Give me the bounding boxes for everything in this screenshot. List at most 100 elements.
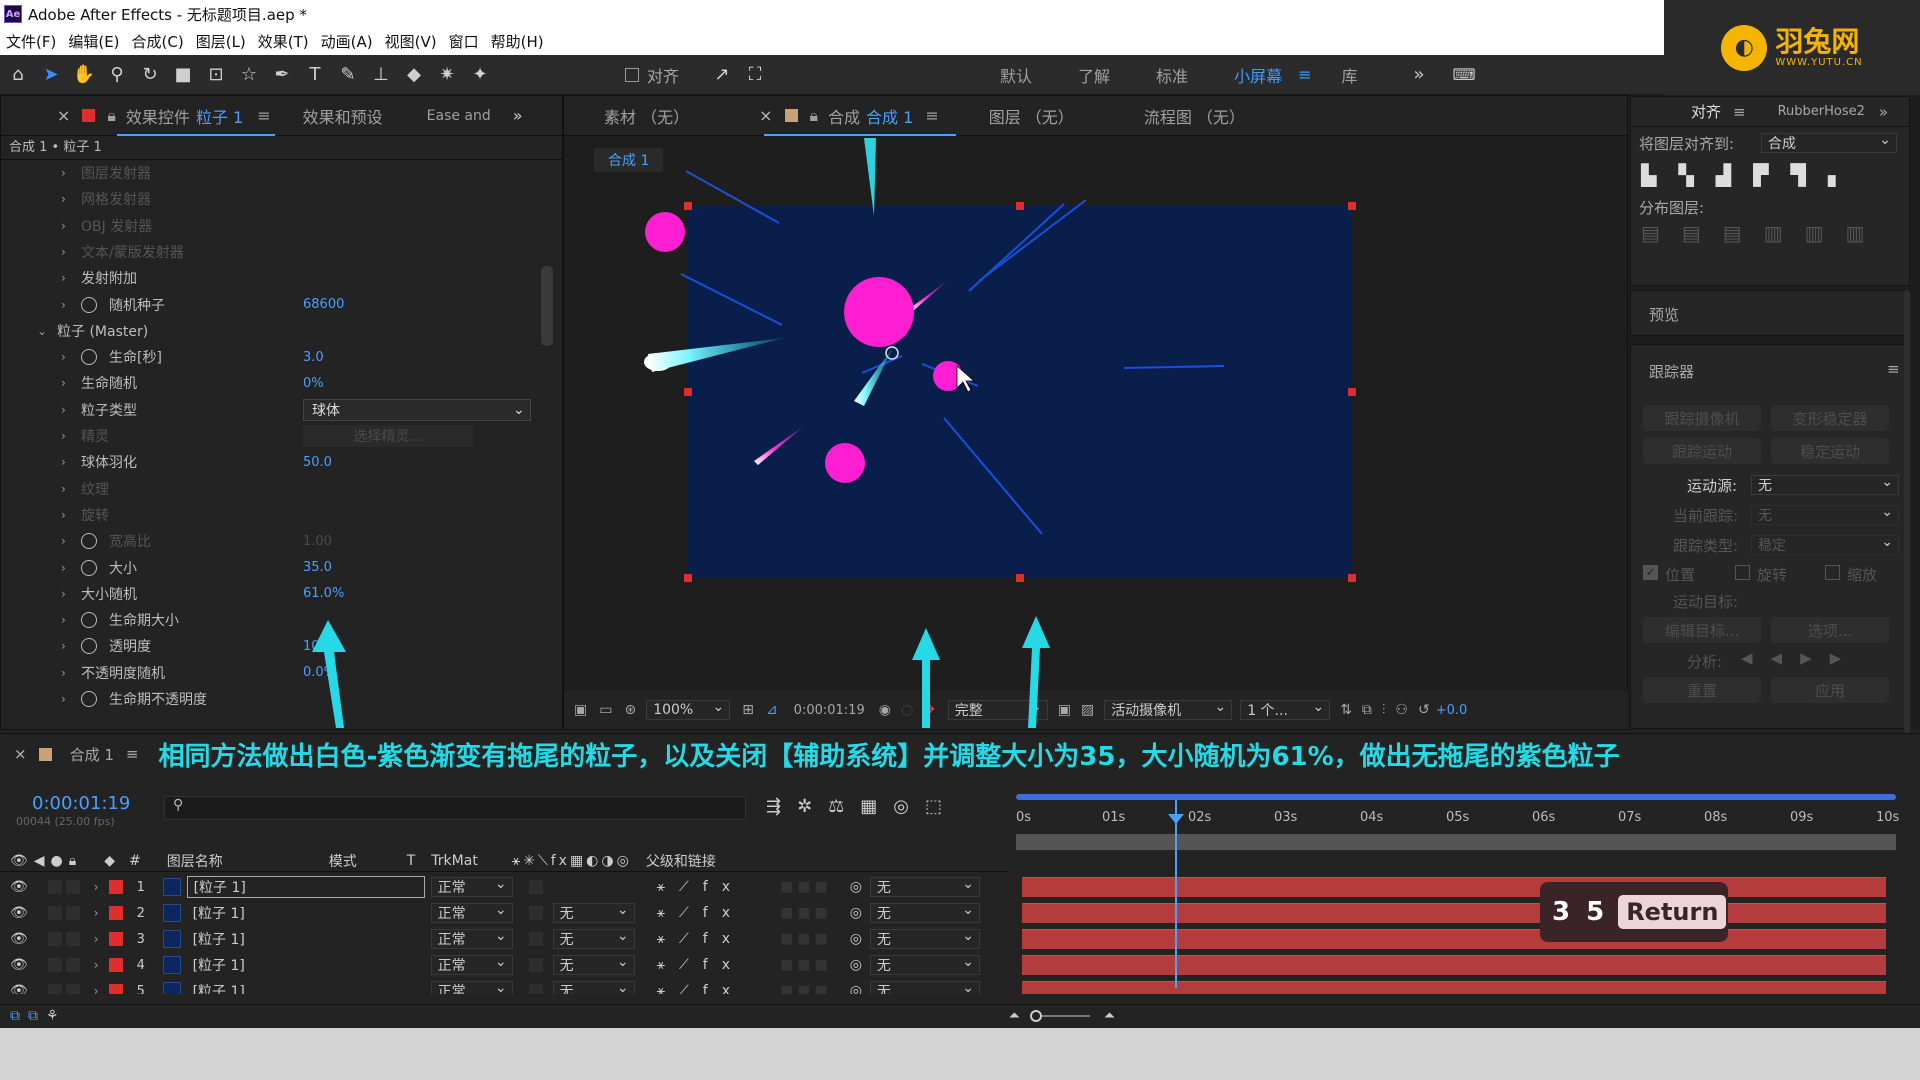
layer-switches-icons[interactable]: ⚹⟋fx — [657, 879, 744, 895]
layer-blend-mode-select[interactable]: 正常 — [430, 876, 513, 897]
pick-whip-icon[interactable]: ◎ — [850, 983, 862, 994]
layer-switches-icons[interactable]: ⚹⟋fx — [657, 931, 744, 947]
preserve-transparency-switch[interactable] — [528, 984, 543, 994]
timeline-layer-row[interactable]: 👁︎ › 5 [粒子 1] 正常 无 ⚹⟋fx ■■■ ◎ 无 — [0, 978, 1920, 994]
layer-switches-icons[interactable]: ⚹⟋fx — [657, 905, 744, 921]
comp-flowchart-icon[interactable]: ⧉ — [10, 1008, 20, 1024]
expand-layer-chevron-icon[interactable]: › — [94, 906, 99, 920]
ruler-tick-label: 09s — [1790, 810, 1814, 825]
time-ruler[interactable]: 0s 01s 02s 03s 04s 05s 06s 07s 08s 09s 10s — [1016, 810, 1899, 830]
solo-switch[interactable] — [47, 932, 62, 946]
layer-blend-mode-select[interactable]: 正常 — [430, 928, 513, 949]
layer-label-color[interactable] — [108, 880, 123, 894]
frame-blend-icon[interactable]: ⚘ — [46, 1008, 59, 1024]
timeline-zoom-slider[interactable] — [1029, 1009, 1090, 1022]
zoom-in-icon[interactable]: ⏶ — [1104, 1008, 1115, 1024]
layer-duration-bar[interactable] — [1022, 877, 1886, 897]
layer-blend-mode-select[interactable]: 正常 — [430, 980, 513, 994]
key-5: 5 — [1586, 897, 1605, 927]
layer-name[interactable]: [粒子 1] — [187, 980, 425, 994]
lock-switch[interactable] — [65, 958, 80, 972]
track-matte-select[interactable]: 无 — [552, 928, 635, 949]
timeline-timecode[interactable]: 0:00:01:19 — [32, 793, 130, 814]
solo-switch[interactable] — [47, 958, 62, 972]
lock-switch[interactable] — [65, 880, 80, 894]
playhead-head[interactable] — [1168, 814, 1184, 824]
layer-3d-switches[interactable]: ■■■ — [780, 879, 832, 895]
lock-switch[interactable] — [65, 984, 80, 994]
preserve-transparency-switch[interactable] — [528, 932, 543, 946]
ruler-tick-label: 03s — [1274, 810, 1298, 825]
parent-select[interactable]: 无 — [869, 902, 980, 923]
visibility-eye-icon[interactable]: 👁︎ — [10, 879, 28, 895]
track-matte-select[interactable]: 无 — [552, 954, 635, 975]
layer-number: 2 — [136, 905, 145, 921]
track-matte-select[interactable]: 无 — [552, 902, 635, 923]
frame-info: 00044 (25.00 fps) — [16, 815, 115, 828]
layer-duration-bar[interactable] — [1022, 929, 1886, 949]
timeline-layer-row[interactable]: 👁︎ › 4 [粒子 1]正常 无 ⚹⟋fx ■■■ ◎ 无 — [0, 952, 1920, 978]
preserve-transparency-switch[interactable] — [528, 880, 543, 894]
visibility-eye-icon[interactable]: 👁︎ — [10, 931, 28, 947]
column-layer-name[interactable]: 图层名称 — [167, 851, 223, 871]
layer-duration-bar[interactable] — [1022, 955, 1886, 975]
layer-switches-icons[interactable]: ⚹⟋fx — [657, 983, 744, 994]
lock-switch[interactable] — [65, 932, 80, 946]
preserve-transparency-switch[interactable] — [528, 958, 543, 972]
expand-layer-chevron-icon[interactable]: › — [94, 932, 99, 946]
key-3: 3 — [1552, 897, 1571, 927]
annotation-arrow — [312, 620, 346, 728]
pick-whip-icon[interactable]: ◎ — [850, 957, 862, 973]
close-timeline-icon[interactable]: × — [14, 745, 27, 763]
zoom-out-icon[interactable]: ⏶ — [1009, 1008, 1020, 1024]
parent-select[interactable]: 无 — [869, 876, 980, 897]
visibility-eye-icon[interactable]: 👁︎ — [10, 905, 28, 921]
layer-label-color[interactable] — [108, 984, 123, 994]
layer-duration-bar[interactable] — [1022, 981, 1886, 994]
visibility-eye-icon[interactable]: 👁︎ — [10, 983, 28, 994]
expand-layer-chevron-icon[interactable]: › — [94, 984, 99, 994]
parent-select[interactable]: 无 — [869, 928, 980, 949]
work-area-bar[interactable] — [1016, 794, 1896, 800]
layer-blend-mode-select[interactable]: 正常 — [430, 954, 513, 975]
layer-blend-mode-select[interactable]: 正常 — [430, 902, 513, 923]
pick-whip-icon[interactable]: ◎ — [850, 931, 862, 947]
av-switches-header-icons: 👁︎◀●🔒︎ — [10, 852, 83, 869]
preserve-transparency-switch[interactable] — [528, 906, 543, 920]
visibility-eye-icon[interactable]: 👁︎ — [10, 957, 28, 973]
layer-search-input[interactable]: ⚲ — [164, 796, 746, 820]
lock-switch[interactable] — [65, 906, 80, 920]
timeline-switches-icons[interactable]: ⇶✲⚖▦◎⬚ — [766, 796, 958, 817]
solo-switch[interactable] — [47, 906, 62, 920]
layer-label-color[interactable] — [108, 932, 123, 946]
layer-3d-switches[interactable]: ■■■ — [780, 983, 832, 994]
current-time-indicator[interactable] — [1175, 800, 1177, 988]
timeline-tab-name[interactable]: 合成 1 — [70, 744, 114, 765]
search-icon: ⚲ — [173, 797, 184, 813]
layer-3d-switches[interactable]: ■■■ — [780, 905, 832, 921]
solo-switch[interactable] — [47, 880, 62, 894]
zoom-slider-thumb[interactable] — [1029, 1009, 1042, 1022]
layer-label-color[interactable] — [108, 906, 123, 920]
parent-select[interactable]: 无 — [869, 954, 980, 975]
parent-select[interactable]: 无 — [869, 980, 980, 994]
layer-name[interactable]: [粒子 1] — [187, 902, 425, 924]
track-matte-select[interactable]: 无 — [552, 980, 635, 994]
layer-switches-icons[interactable]: ⚹⟋fx — [657, 957, 744, 973]
layer-duration-bar[interactable] — [1022, 903, 1886, 923]
expand-layer-chevron-icon[interactable]: › — [94, 880, 99, 894]
pick-whip-icon[interactable]: ◎ — [850, 879, 862, 895]
solo-switch[interactable] — [47, 984, 62, 994]
ruler-tick-label: 02s — [1188, 810, 1212, 825]
layer-name[interactable]: [粒子 1] — [186, 876, 425, 898]
layer-name[interactable]: [粒子 1] — [187, 954, 425, 976]
layer-name[interactable]: [粒子 1] — [187, 928, 425, 950]
layer-label-color[interactable] — [108, 958, 123, 972]
pick-whip-icon[interactable]: ◎ — [850, 905, 862, 921]
timeline-menu-icon[interactable]: ≡ — [126, 745, 139, 763]
layer-3d-switches[interactable]: ■■■ — [780, 957, 832, 973]
expand-layer-chevron-icon[interactable]: › — [94, 958, 99, 972]
layer-3d-switches[interactable]: ■■■ — [780, 931, 832, 947]
render-time-icon[interactable]: ⧉ — [28, 1008, 38, 1024]
layer-number: 5 — [136, 983, 145, 995]
